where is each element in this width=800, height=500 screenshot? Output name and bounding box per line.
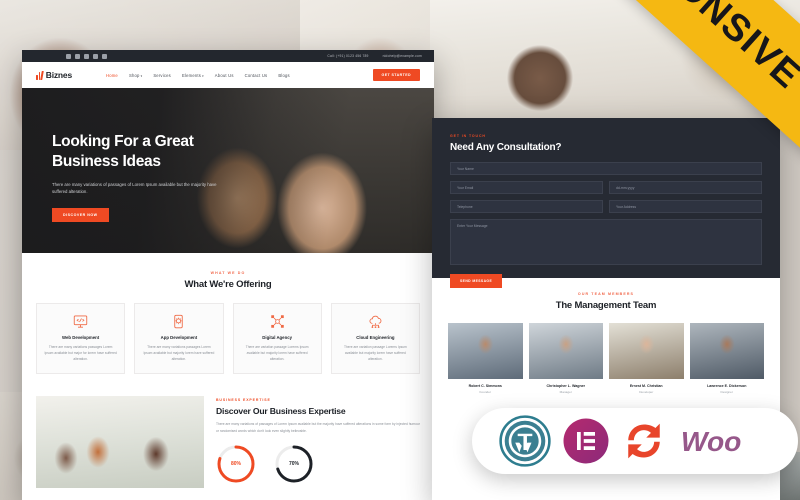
team-member-name: Ernest M. Christian [629,384,663,388]
hero-section: Looking For a Great Business Ideas There… [22,88,434,253]
offering-section: WHAT WE DO What We're Offering Web Devel… [22,253,434,385]
instagram-icon[interactable] [93,53,98,59]
team-member-role: Manager [559,390,572,394]
team-member-name: Christopher L. Wagner [546,384,586,388]
platform-badge-pill: Woo [472,408,798,474]
elementor-logo-icon [562,417,610,465]
mobile-gear-icon [142,313,215,330]
team-title: The Management Team [555,300,657,311]
form-field-your-name[interactable]: Your Name [450,162,762,175]
nav-link-shop[interactable]: Shop ▾ [129,73,142,78]
expertise-photo [36,396,204,489]
expertise-eyebrow: BUSINESS EXPERTISE [216,398,271,403]
linkedin-icon[interactable] [84,53,89,59]
hero-subtitle: There are many variations of passages of… [52,181,217,195]
site-logo[interactable]: Biznes [36,70,72,80]
wordpress-logo-icon [499,415,551,467]
nav-link-blogs[interactable]: Blogs [278,73,289,78]
woocommerce-logo-icon: Woo [679,420,771,462]
team-eyebrow: OUR TEAM MEMBERS [577,292,635,296]
team-member-photo [528,323,603,379]
offering-eyebrow: WHAT WE DO [210,271,246,275]
consultation-section: GET IN TOUCH Need Any Consultation? Your… [432,118,780,288]
service-card-text: There are many variations passages Lorem… [143,345,215,362]
nav-link-services[interactable]: Services [153,73,171,78]
bar-chart-logo-icon [36,70,44,80]
topbar-phone: Call: (+91) 0123 456 789 [327,54,369,58]
team-member-card[interactable]: Robert C. Simmons Founder [448,323,523,394]
team-member-card[interactable]: Lawrence E. Dickerson Designer [689,323,764,394]
service-card[interactable]: Digital Agency There are variation passag… [232,303,322,375]
main-website-mockup: Call: (+91) 0123 456 789 nidohelp@exampl… [22,50,434,500]
hero-title-line-1: Looking For a Great [52,133,194,150]
team-member-role: Developer [639,390,654,394]
consultation-form[interactable]: Your Name Your Email dd-mm-yyyy Telephone Yo… [450,162,762,265]
form-field-enter-your-message[interactable]: Enter Your Message [450,219,762,265]
site-navbar: Biznes Home Shop ▾ Services Elements ▾ About… [22,62,434,88]
team-member-role: Designer [720,390,733,394]
form-field-telephone[interactable]: Telephone [450,200,603,213]
expertise-text: There are many variations of passages of… [216,422,420,433]
sync-refresh-icon [620,417,668,465]
svg-text:Woo: Woo [681,425,742,457]
nav-link-home[interactable]: Home [106,73,118,78]
nav-link-about-us[interactable]: About Us [215,73,234,78]
monitor-code-icon [44,313,117,330]
team-member-role: Founder [479,390,492,394]
service-card[interactable]: App Development There are many variations… [134,303,224,375]
service-card-grid: Web Development There are many variations… [22,303,434,375]
form-field-dd-mm-yyyy[interactable]: dd-mm-yyyy [609,181,762,194]
team-member-card[interactable]: Christopher L. Wagner Manager [528,323,603,394]
progress-dial-group: 80% 70% [216,444,420,484]
topbar-email: nidohelp@example.com [382,54,422,58]
team-member-name: Lawrence E. Dickerson [707,384,747,388]
hero-title: Looking For a Great Business Ideas [52,132,282,172]
team-member-grid: Robert C. Simmons Founder Christopher L. W… [432,323,780,394]
discover-now-button[interactable]: DISCOVER NOW [52,207,109,222]
team-member-card[interactable]: Ernest M. Christian Developer [609,323,684,394]
cloud-network-icon [339,313,412,330]
team-member-photo [689,323,764,379]
service-card-title: Digital Agency [262,335,292,340]
network-nodes-icon [241,313,314,330]
consultation-title: Need Any Consultation? [450,142,562,153]
hero-title-line-2: Business Ideas [52,152,161,170]
get-started-button[interactable]: GET STARTED [372,69,420,81]
service-card-text: There are variation passage Lorems Ipsum… [245,345,309,362]
offering-title: What We're Offering [184,279,272,290]
chevron-down-icon: ▾ [139,73,143,78]
site-topbar: Call: (+91) 0123 456 789 nidohelp@exampl… [22,50,434,62]
dribbble-icon[interactable] [102,53,107,59]
service-card-title: Web Development [62,335,100,340]
expertise-title: Discover Our Business Expertise [216,406,346,417]
progress-dial: 80% [216,444,256,484]
team-member-photo [609,323,684,379]
service-card-text: There are variation passage Lorems Ipsum… [343,345,407,362]
send-message-button[interactable]: SEND MESSAGE [450,274,503,288]
logo-text: Biznes [45,70,72,80]
progress-dial: 70% [274,444,314,484]
service-card-title: App Development [160,335,198,340]
form-field-your-address[interactable]: Your Address [609,200,762,213]
service-card-title: Cloud Engineering [356,335,395,340]
service-card-text: There are many variations passages Lorem… [44,345,117,362]
nav-link-contact-us[interactable]: Contact Us [245,73,268,78]
service-card[interactable]: Web Development There are many variations… [36,303,126,375]
progress-dial-value: 70% [288,460,299,467]
team-member-photo [448,323,523,379]
chevron-down-icon: ▾ [201,73,204,78]
progress-dial-value: 80% [230,460,241,467]
expertise-section: BUSINESS EXPERTISE Discover Our Business… [22,384,434,489]
consultation-eyebrow: GET IN TOUCH [450,134,486,138]
social-icon-group[interactable] [66,53,107,59]
form-field-your-email[interactable]: Your Email [450,181,603,194]
facebook-icon[interactable] [66,53,71,59]
nav-link-elements[interactable]: Elements ▾ [182,73,204,78]
team-member-name: Robert C. Simmons [468,384,502,388]
service-card[interactable]: Cloud Engineering There are variation pas… [330,303,420,375]
primary-navigation[interactable]: Home Shop ▾ Services Elements ▾ About Us Cont… [106,73,290,78]
twitter-icon[interactable] [75,53,80,59]
